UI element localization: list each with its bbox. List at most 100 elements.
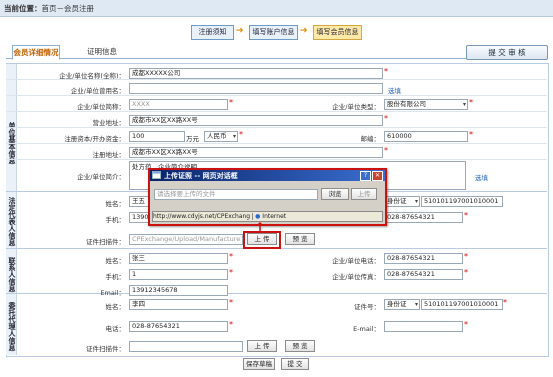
contact-email-label: Email： xyxy=(100,289,125,297)
company-name-input[interactable]: 成都XXXXX公司 xyxy=(129,68,383,79)
agent-name-label: 姓名： xyxy=(105,303,126,311)
required-mark: * xyxy=(229,320,233,329)
optional-link[interactable]: 选填 xyxy=(388,85,401,95)
location-bar: 当前位置：首页－会员注册 xyxy=(0,0,553,17)
former-name-input[interactable] xyxy=(129,83,383,94)
legal-preview-button[interactable]: 预 览 xyxy=(285,233,315,245)
row-divider xyxy=(6,143,547,144)
dialog-upload-button[interactable]: 上传 xyxy=(351,188,377,200)
contact-fax-input[interactable]: 028-87654321 xyxy=(384,269,463,280)
agent-preview-button[interactable]: 预 览 xyxy=(285,340,315,352)
business-address-label: 营业地址： xyxy=(92,119,126,127)
capital-unit: 万元 xyxy=(186,135,199,143)
save-draft-button[interactable]: 保存草稿 xyxy=(243,358,275,370)
section-contact-label: 联系人信息 xyxy=(6,248,17,293)
dialog-status-zone: Internet xyxy=(262,213,287,220)
business-address-input[interactable]: 成都市XX区XX路XX号 xyxy=(129,115,383,126)
postcode-input[interactable]: 610000 xyxy=(384,131,468,142)
contact-tel-label: 企业/单位电话： xyxy=(332,257,380,265)
contact-tel-input[interactable]: 028-87654321 xyxy=(384,253,463,264)
row-divider xyxy=(6,127,547,128)
required-mark: * xyxy=(384,114,388,123)
dialog-file-input[interactable]: 请选择要上传的文件 xyxy=(154,189,318,200)
company-intro-label: 企业/单位简介： xyxy=(77,173,125,181)
help-icon[interactable]: ? xyxy=(360,171,371,181)
capital-input[interactable]: 100 xyxy=(129,131,185,142)
legal-idtype-select[interactable]: 身份证 xyxy=(384,196,420,207)
dialog-window-icon xyxy=(152,171,161,179)
agent-upload-button[interactable]: 上 传 xyxy=(247,340,277,352)
agent-scan-path-input[interactable] xyxy=(129,341,243,352)
legal-name-label: 姓名： xyxy=(105,200,126,208)
agent-phone-label: 电话： xyxy=(105,325,126,333)
step-arrow-icon: ➔ xyxy=(236,26,244,36)
required-mark: * xyxy=(469,98,473,107)
globe-icon: ● xyxy=(255,213,261,220)
close-icon[interactable]: ✕ xyxy=(372,171,383,181)
required-mark: * xyxy=(229,298,233,307)
agent-email-label: E-mail： xyxy=(353,325,380,333)
step-notice: 注册须知 xyxy=(191,25,234,40)
step-member-info: 填写会员信息 xyxy=(313,25,362,40)
legal-scan-label: 证件扫描件： xyxy=(86,238,125,246)
legal-id-input[interactable]: 510101197001010001 xyxy=(421,196,503,207)
legal-mobile-label: 手机： xyxy=(105,216,126,224)
contact-name-input[interactable]: 张三 xyxy=(129,253,228,264)
required-mark: * xyxy=(503,298,507,307)
required-mark: * xyxy=(464,268,468,277)
agent-cert-input[interactable]: 510101197001010001 xyxy=(421,299,503,310)
agent-email-input[interactable] xyxy=(384,321,463,332)
required-mark: * xyxy=(229,98,233,107)
company-type-label: 企业/单位类型： xyxy=(332,103,380,111)
section-agent-label: 委托代理人信息 xyxy=(6,293,17,355)
company-name-label: 企业/单位名称(全称)： xyxy=(59,72,125,80)
row-divider xyxy=(6,159,547,160)
tab-certificate[interactable]: 证明信息 xyxy=(84,45,120,58)
dialog-status-bar: http://www.cdyjs.net/CPExchang ● Internet xyxy=(152,211,383,222)
dialog-status-url: http://www.cdyjs.net/CPExchang xyxy=(153,213,251,220)
breadcrumb-label: 当前位置： xyxy=(4,4,42,13)
legal-scan-path-input[interactable]: CPExchange/Upload/Manufacture xyxy=(129,234,243,245)
agent-cert-type-select[interactable]: 身份证 xyxy=(384,299,420,310)
required-mark: * xyxy=(239,130,243,139)
row-divider xyxy=(6,111,547,112)
required-mark: * xyxy=(464,211,468,220)
required-mark: * xyxy=(464,252,468,261)
upload-dialog: 上传证照 -- 网页对话框 ? ✕ 请选择要上传的文件 浏览 上传 http:/… xyxy=(148,168,387,226)
agent-phone-input[interactable]: 028-87654321 xyxy=(129,321,228,332)
submit-button[interactable]: 提 交 xyxy=(281,358,309,370)
agent-scan-label: 证件扫描件： xyxy=(86,345,125,353)
tab-member-detail[interactable]: 会员详细情况 xyxy=(12,45,60,60)
contact-fax-label: 企业/单位传真： xyxy=(332,273,380,281)
row-divider xyxy=(6,95,547,96)
section-legal-label: 法定代表人信息 xyxy=(6,191,17,248)
short-name-input[interactable]: XXXX xyxy=(129,99,228,110)
registered-address-label: 注册地址： xyxy=(92,151,126,159)
dialog-titlebar[interactable]: 上传证照 -- 网页对话框 ? ✕ xyxy=(150,170,385,181)
postcode-label: 邮编： xyxy=(360,135,381,143)
dialog-title: 上传证照 -- 网页对话框 xyxy=(164,172,238,180)
status-separator xyxy=(252,213,254,220)
required-mark: * xyxy=(384,67,388,76)
currency-select[interactable]: 人民币 xyxy=(204,131,238,142)
former-name-label: 企业/单位曾用名： xyxy=(70,87,125,95)
submit-review-button[interactable]: 提 交 审 核 xyxy=(466,45,548,60)
registered-address-input[interactable]: 成都市XX区XX路XX号 xyxy=(129,147,383,158)
contact-mobile-label: 手机： xyxy=(105,273,126,281)
dialog-browse-button[interactable]: 浏览 xyxy=(321,188,349,200)
short-name-label: 企业/单位简称： xyxy=(77,103,125,111)
company-type-select[interactable]: 股份有限公司 xyxy=(384,99,468,110)
agent-cert-label: 证件号： xyxy=(354,303,380,311)
breadcrumb: 当前位置：首页－会员注册 xyxy=(4,3,94,14)
optional-link[interactable]: 选填 xyxy=(475,172,488,182)
contact-name-label: 姓名： xyxy=(105,257,126,265)
required-mark: * xyxy=(469,130,473,139)
agent-name-input[interactable]: 李四 xyxy=(129,299,228,310)
required-mark: * xyxy=(464,320,468,329)
contact-email-input[interactable]: 13912345678 xyxy=(129,285,228,296)
legal-phone-input[interactable]: 028-87654321 xyxy=(384,212,463,223)
contact-mobile-input[interactable]: 1 xyxy=(129,269,228,280)
required-mark: * xyxy=(229,268,233,277)
breadcrumb-path: 首页－会员注册 xyxy=(41,4,95,13)
pointer-arrow-icon xyxy=(256,222,264,233)
